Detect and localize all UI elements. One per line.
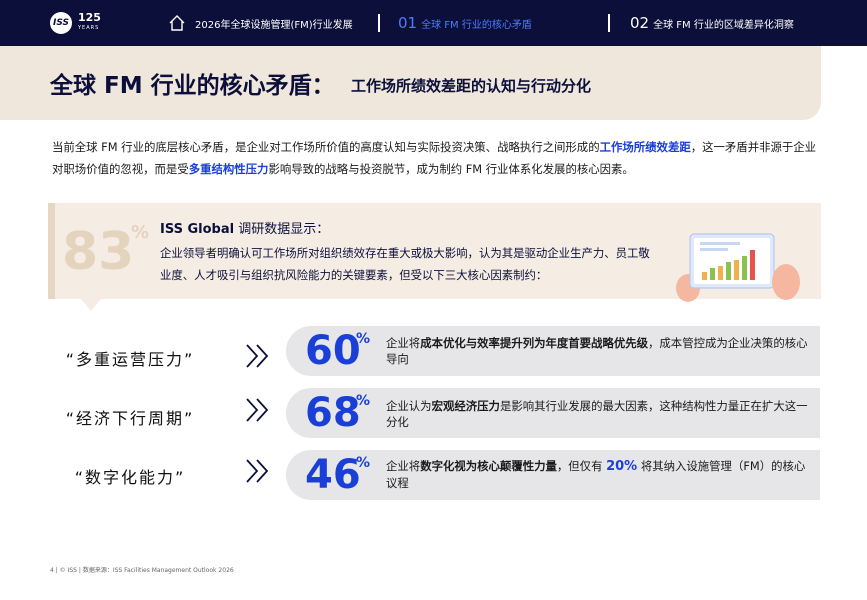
factor-label-operational-pressure: “多重运营压力” (65, 350, 195, 369)
logo-years: YEARS (78, 25, 100, 31)
intro-text-3: 影响导致的战略与投资脱节，成为制约 FM 行业体系化发展的核心因素。 (268, 162, 634, 176)
factor-percentage: 60 (305, 328, 361, 374)
stat-source-caption: 调研数据显示： (234, 222, 330, 237)
intro-text-1: 当前全球 FM 行业的底层核心矛盾，是企业对工作场所价值的高度认知与实际投资决策… (52, 140, 600, 154)
factor-text: ，但仅有 (556, 459, 607, 473)
nav-link-home[interactable]: 2026年全球设施管理(FM)行业发展 (195, 0, 353, 46)
factor-percentage-sign: % (356, 393, 371, 409)
factor-description: 企业将数字化视为核心颠覆性力量，但仅有 20% 将其纳入设施管理（FM）的核心议… (386, 458, 811, 491)
double-chevron-right-icon (246, 459, 269, 483)
page-number: 4 (50, 567, 54, 574)
logo-125-years: 125 YEARS (78, 12, 101, 33)
stat-source-name: ISS Global (160, 222, 235, 237)
nav-divider (378, 14, 380, 32)
nav-tab-02[interactable]: 02 全球 FM 行业的区域差异化洞察 (630, 0, 794, 46)
factor-percentage-sign: % (356, 455, 371, 471)
page-footer: 4 | © ISS | 数据来源：ISS Facilities Manageme… (50, 567, 234, 574)
iss-logo-mark: ISS (50, 12, 72, 34)
factor-text-bold: 宏观经济压力 (431, 399, 500, 413)
tablet-chart-illustration-icon (676, 233, 800, 302)
factor-text: 企业将 (386, 336, 421, 350)
intro-highlight-gap: 工作场所绩效差距 (599, 140, 691, 154)
top-nav-bar: ISS 125 YEARS 2026年全球设施管理(FM)行业发展 01 全球 … (0, 0, 867, 46)
page-subtitle: 工作场所绩效差距的认知与行动分化 (351, 77, 592, 95)
double-chevron-right-icon (246, 344, 269, 368)
stat-callout-pointer (81, 299, 101, 311)
factor-label-economic-downturn: “经济下行周期” (65, 409, 195, 428)
double-chevron-right-icon (246, 398, 269, 422)
factor-percentage: 68 (305, 390, 361, 436)
nav-tab-02-label: 全球 FM 行业的区域差异化洞察 (653, 19, 794, 31)
factor-label-digital-capability: “数字化能力” (74, 468, 186, 487)
footer-source: 数据来源：ISS Facilities Management Outlook 2… (82, 567, 234, 574)
factor-description: 企业将成本优化与效率提升列为年度首要战略优先级，成本管控成为企业决策的核心导向 (386, 335, 811, 367)
stat-callout-accent (48, 203, 55, 299)
factor-percentage: 46 (305, 452, 361, 498)
factor-text: 企业认为 (386, 399, 432, 413)
home-icon[interactable] (168, 14, 186, 32)
stat-big-number: 83 (62, 222, 135, 282)
nav-tab-01-label: 全球 FM 行业的核心矛盾 (421, 19, 532, 31)
factor-highlight-number: 20% (606, 459, 638, 474)
factor-description: 企业认为宏观经济压力是影响其行业发展的最大因素，这种结构性力量正在扩大这一分化 (386, 398, 811, 430)
factor-percentage-sign: % (356, 331, 371, 347)
factor-text: 企业将 (386, 459, 421, 473)
footer-copyright: © ISS (59, 567, 77, 574)
stat-description: 企业领导者明确认可工作场所对组织绩效存在重大或极大影响，认为其是驱动企业生产力、… (160, 246, 650, 282)
stat-source-heading: ISS Global 调研数据显示： (160, 218, 329, 237)
factor-text-bold: 成本优化与效率提升列为年度首要战略优先级 (420, 336, 649, 350)
intro-highlight-pressure: 多重结构性压力 (188, 162, 269, 176)
iss-logo[interactable]: ISS 125 YEARS (50, 12, 101, 34)
factor-text-bold: 数字化视为核心颠覆性力量 (420, 459, 557, 473)
stat-big-percent: % (131, 222, 150, 243)
nav-divider (608, 14, 610, 32)
intro-paragraph: 当前全球 FM 行业的底层核心矛盾，是企业对工作场所价值的高度认知与实际投资决策… (52, 136, 822, 180)
nav-tab-01[interactable]: 01 全球 FM 行业的核心矛盾 (398, 0, 532, 46)
page-title: 全球 FM 行业的核心矛盾： (50, 73, 335, 99)
nav-tab-02-number: 02 (630, 14, 650, 32)
nav-tab-01-number: 01 (398, 14, 418, 32)
